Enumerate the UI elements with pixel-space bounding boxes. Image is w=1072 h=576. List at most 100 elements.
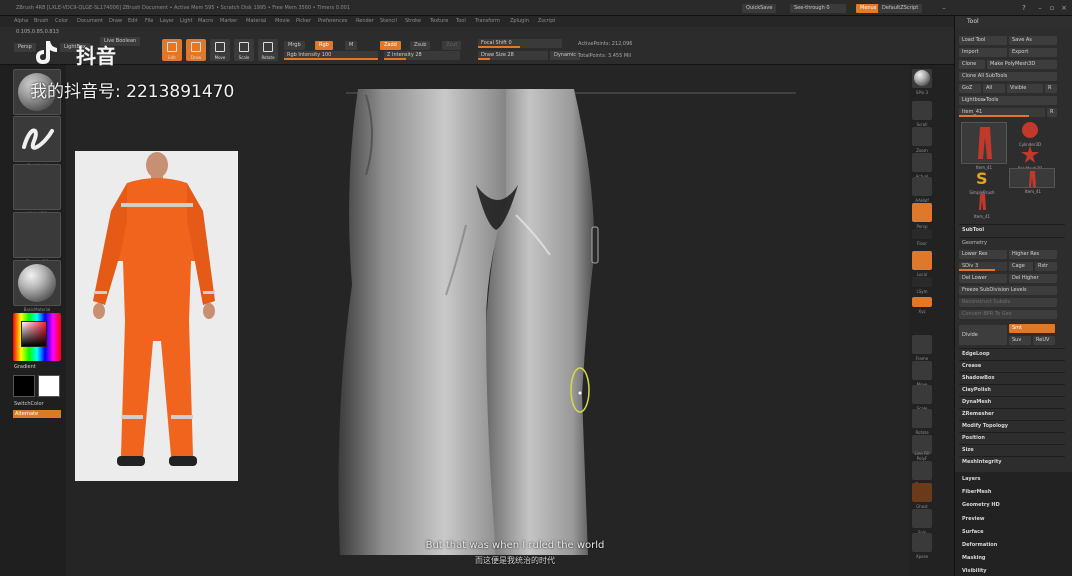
save-as-button[interactable]: Save As [1009, 36, 1057, 45]
lsym-button[interactable]: LSym [912, 277, 932, 294]
smt-button[interactable]: Smt [1009, 324, 1055, 333]
scale-button[interactable]: Scale [234, 39, 254, 61]
move-view-button[interactable]: Move [912, 361, 932, 387]
menus-button[interactable]: Menus [856, 4, 881, 13]
rstr-button[interactable]: Rstr [1035, 262, 1057, 271]
alpha-thumbnail[interactable]: Alpha Off [13, 164, 61, 216]
size-section[interactable]: Size [959, 444, 1065, 456]
menu-color[interactable]: Color [55, 18, 68, 24]
menu-alpha[interactable]: Alpha [14, 18, 28, 24]
lower-res-button[interactable]: Lower Res [959, 250, 1007, 259]
menu-zscript[interactable]: Zscript [538, 18, 555, 24]
goz-r-button[interactable]: R [1045, 84, 1057, 93]
menu-draw[interactable]: Draw [109, 18, 122, 24]
menu-light[interactable]: Light [180, 18, 192, 24]
reuv-button[interactable]: ReUV [1033, 336, 1055, 345]
menu-document[interactable]: Document [77, 18, 103, 24]
edit-button[interactable]: Edit [162, 39, 182, 61]
cage-button[interactable]: Cage [1009, 262, 1033, 271]
suv-button[interactable]: Suv [1009, 336, 1031, 345]
dynamic-button[interactable]: Dynamic [550, 51, 581, 60]
material-thumbnail[interactable]: BasicMaterial [13, 260, 61, 312]
canvas-viewport[interactable] [66, 65, 910, 576]
move-button[interactable]: Move [210, 39, 230, 61]
stroke-thumbnail[interactable]: FreeHand [13, 116, 61, 168]
menu-preferences[interactable]: Preferences [318, 18, 347, 24]
close-window-icon[interactable]: × [1060, 4, 1068, 12]
menu-zplugin[interactable]: Zplugin [510, 18, 529, 24]
rotate-view-button[interactable]: Rotate [912, 409, 932, 435]
visibility-section[interactable]: Visibility [959, 566, 1065, 576]
solo-button[interactable]: Solo [912, 509, 932, 535]
draw-button[interactable]: Draw [186, 39, 206, 61]
clone-button[interactable]: Clone [959, 60, 985, 69]
z-intensity-slider[interactable]: Z Intensity 28 [384, 51, 460, 60]
actual-button[interactable]: Actual [912, 153, 932, 179]
tool-thumb-item41[interactable]: Item_41 [961, 122, 1007, 170]
edgeloop-section[interactable]: EdgeLoop [959, 348, 1065, 360]
restore-window-icon[interactable]: ▫ [1048, 4, 1056, 12]
fibermesh-section[interactable]: FiberMesh [959, 487, 1065, 498]
zremesher-section[interactable]: ZRemesher [959, 408, 1065, 420]
load-tool-button[interactable]: Load Tool [959, 36, 1007, 45]
see-through-slider[interactable]: See-through 0 [790, 4, 846, 13]
modify-topology-section[interactable]: Modify Topology [959, 420, 1065, 432]
menu-brush[interactable]: Brush [34, 18, 48, 24]
switch-color-button[interactable]: SwitchColor [14, 401, 44, 407]
zcut-button[interactable]: Zcut [442, 41, 462, 50]
polyframe-button[interactable]: Line Fill PolyF [912, 435, 932, 461]
goz-button[interactable]: GoZ [959, 84, 981, 93]
local-button[interactable]: Local [912, 251, 932, 277]
sdiv-slider[interactable]: SDiv 3 [959, 262, 1007, 271]
meshintegrity-section[interactable]: MeshIntegrity [959, 456, 1065, 468]
minimize-window-icon[interactable]: – [1036, 4, 1044, 12]
geometry-hd-section[interactable]: Geometry HD [959, 500, 1065, 511]
all-button[interactable]: All [983, 84, 1005, 93]
claypolish-section[interactable]: ClayPolish [959, 384, 1065, 396]
reconstruct-subdiv-button[interactable]: Reconstruct Subdiv [959, 298, 1057, 307]
freeze-subdivision-button[interactable]: Freeze SubDivision Levels [959, 286, 1057, 295]
menu-texture[interactable]: Texture [430, 18, 448, 24]
rgb-button[interactable]: Rgb [315, 41, 333, 50]
ghost-button[interactable]: Ghost [912, 483, 932, 509]
menu-stroke[interactable]: Stroke [405, 18, 421, 24]
m-button[interactable]: M [345, 41, 358, 50]
menu-transform[interactable]: Transform [475, 18, 500, 24]
position-section[interactable]: Position [959, 432, 1065, 444]
item-r-button[interactable]: R [1047, 108, 1057, 117]
divide-button[interactable]: Divide [959, 325, 1007, 345]
del-higher-button[interactable]: Del Higher [1009, 274, 1057, 283]
menu-edit[interactable]: Edit [128, 18, 138, 24]
surface-section[interactable]: Surface [959, 527, 1065, 538]
quicksave-button[interactable]: QuickSave [742, 4, 777, 13]
tool-thumb-item41-c[interactable]: Item_41 [971, 192, 993, 219]
shadowbox-section[interactable]: ShadowBox [959, 372, 1065, 384]
focal-shift-slider[interactable]: Focal Shift 0 [478, 39, 562, 48]
menu-file[interactable]: File [145, 18, 153, 24]
del-lower-button[interactable]: Del Lower [959, 274, 1007, 283]
visible-button[interactable]: Visible [1007, 84, 1043, 93]
tool-palette-header[interactable]: Tool [955, 16, 1072, 28]
preview-section[interactable]: Preview [959, 514, 1065, 525]
primary-color-swatch[interactable] [13, 375, 35, 397]
default-zscript-button[interactable]: DefaultZScript [878, 4, 923, 13]
layers-section[interactable]: Layers [959, 474, 1065, 485]
tool-thumb-simplebrush[interactable]: S SimpleBrush [969, 168, 994, 195]
tool-thumb-item41-b[interactable]: Item_41 [1009, 168, 1055, 194]
rotate-button[interactable]: Rotate [258, 39, 278, 61]
scale-view-button[interactable]: Scale [912, 385, 932, 411]
menu-render[interactable]: Render [356, 18, 374, 24]
frame-button[interactable]: Frame [912, 335, 932, 361]
subtool-section[interactable]: SubTool [959, 224, 1065, 236]
pants-sculpt-model[interactable] [66, 65, 910, 576]
secondary-color-swatch[interactable] [38, 375, 60, 397]
menu-macro[interactable]: Macro [198, 18, 213, 24]
menu-marker[interactable]: Marker [220, 18, 237, 24]
lightbox-tools-button[interactable]: Lightbox▸Tools [959, 96, 1057, 105]
texture-thumbnail[interactable]: Texture Off [13, 212, 61, 264]
zadd-button[interactable]: Zadd [380, 41, 401, 50]
import-button[interactable]: Import [959, 48, 1007, 57]
aahalf-button[interactable]: AAHalf [912, 177, 932, 203]
menu-layer[interactable]: Layer [160, 18, 174, 24]
scroll-button[interactable]: Scroll [912, 101, 932, 127]
